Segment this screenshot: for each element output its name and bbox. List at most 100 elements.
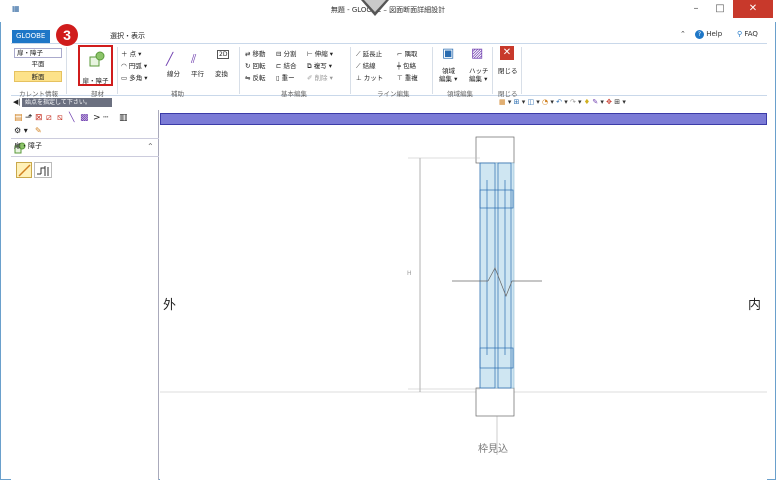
ribbon-tabs: GLOOBE 選択・表示 <box>0 30 776 43</box>
polygon-button[interactable]: ▭ 多角 ▾ <box>121 72 148 82</box>
hint-bar: ◀| <box>11 97 767 109</box>
outside-label: 外 <box>163 298 177 313</box>
door-shoji-button[interactable]: 扉・障子 <box>78 45 113 86</box>
rotate-button[interactable]: ↻ 回転 <box>245 60 266 70</box>
convert-icon: 2D <box>217 50 230 59</box>
color-icon: ◔ <box>542 98 549 106</box>
inside-label: 内 <box>748 298 762 313</box>
divider <box>432 47 433 94</box>
callout-arrow-inner <box>364 0 386 12</box>
redo-icon: ↷ <box>569 98 576 106</box>
divider <box>117 47 118 94</box>
move-button[interactable]: ⇄ 移動 <box>245 48 266 58</box>
pin-icon: ◀| <box>13 98 21 106</box>
door-tool-button[interactable] <box>34 162 52 178</box>
glass-panel <box>479 162 515 389</box>
merge-button[interactable]: ▯ 重ー <box>276 72 295 82</box>
current-type-select[interactable]: 扉・障子 <box>14 48 62 58</box>
door-shoji-icon <box>89 51 105 67</box>
panel-toolbar-2[interactable]: ⚙ ▾ ✎ <box>11 126 159 136</box>
expand-icon[interactable]: ⌃ <box>680 30 686 38</box>
panel-toolbar-1[interactable]: ▤ ⬏ ⊠ ⧄ ⧅ ╲ ▩ > ┄ ▥ <box>11 113 159 125</box>
hatch-small-icon: ▩ <box>80 113 89 123</box>
maximize-button[interactable]: □ <box>708 0 732 18</box>
arc-button[interactable]: ◠ 円弧 ▾ <box>121 60 147 70</box>
corner-button[interactable]: ⌐ 隅取 <box>397 48 418 58</box>
region-edit-button[interactable]: 編集 ▾ <box>439 73 457 83</box>
grid-icon: ▦ <box>499 98 506 106</box>
divider <box>350 47 351 94</box>
diag-icon: ⧄ <box>46 113 52 123</box>
section-button[interactable]: 断面 <box>14 71 62 82</box>
brush-icon: ✎ <box>592 98 599 106</box>
close-window-button[interactable]: ✕ <box>733 0 773 18</box>
convert-button[interactable]: 変換 <box>215 68 228 78</box>
delete-button[interactable]: ✐ 削除 ▾ <box>307 72 333 82</box>
frame-depth-label: 枠見込 <box>478 444 508 455</box>
view-toolbar[interactable]: ▦ ▾ ⊞ ▾ ◫ ▾ ◔ ▾ ↶ ▾ ↷ ▾ ♦ ✎ ▾ ✥ ⊞ ▾ <box>499 98 626 106</box>
help-icon: ? <box>695 30 704 39</box>
parallel-button[interactable]: 平行 <box>191 68 204 78</box>
hint-text: 始点を指定して下さい。 <box>22 98 112 107</box>
segment-icon: ╱ <box>166 52 174 66</box>
cross-icon: ⊠ <box>35 113 43 123</box>
dots-icon: ┄ <box>103 113 109 123</box>
flip-button[interactable]: ⇋ 反転 <box>245 72 266 82</box>
arrow-right-icon: > <box>93 113 101 123</box>
divider <box>66 47 67 94</box>
drawing-canvas[interactable] <box>160 110 767 480</box>
close-edit-button[interactable]: 閉じる <box>498 65 518 75</box>
section-drawing <box>160 121 767 455</box>
hatch-icon: ▨ <box>471 46 484 61</box>
dimension-mark: H <box>407 270 412 277</box>
undo-icon: ↶ <box>556 98 562 106</box>
divider <box>521 47 522 94</box>
line-tool-button[interactable] <box>16 162 32 178</box>
diag2-icon: ⧅ <box>57 113 63 123</box>
table-small-icon: ▥ <box>119 113 128 123</box>
help-button[interactable]: ? Help <box>695 30 722 39</box>
settings-icon: ⚙ ▾ <box>14 126 28 135</box>
collapse-icon[interactable]: ⌃ <box>147 142 154 151</box>
tab-select-display[interactable]: 選択・表示 <box>106 30 149 43</box>
move-view-icon: ✥ <box>606 98 613 106</box>
snap-icon: ⊞ <box>513 98 520 106</box>
copy-button[interactable]: ⧉ 複写 ▾ <box>307 60 332 71</box>
close-icon: ✕ <box>500 46 514 60</box>
join-button[interactable]: ⊏ 結合 <box>276 60 297 70</box>
table-icon: ⊞ <box>614 98 621 106</box>
arrow-icon: ⬏ <box>25 113 33 123</box>
bulb-icon: ♦ <box>583 98 591 106</box>
split-button[interactable]: ⊟ 分割 <box>276 48 297 58</box>
overlap-button[interactable]: ⊤ 重複 <box>397 72 418 82</box>
divider <box>11 156 159 157</box>
category-title: 扉・障子 <box>14 142 42 150</box>
wrap-button[interactable]: ╪ 包絡 <box>397 60 416 70</box>
step-badge: 3 <box>56 24 78 46</box>
connect-button[interactable]: ⟋ 結線 <box>356 60 376 71</box>
tab-gloobe[interactable]: GLOOBE <box>12 30 50 43</box>
search-icon: ⚲ <box>737 30 743 38</box>
faq-button[interactable]: ⚲ FAQ <box>737 30 758 38</box>
cut-button[interactable]: ⊥ カット <box>356 72 383 82</box>
canvas-header-fill <box>161 114 766 124</box>
grid-icon: ▤ <box>14 113 23 123</box>
point-button[interactable]: ＋ 点 ▾ <box>121 48 141 58</box>
segment-button[interactable]: 線分 <box>167 68 180 78</box>
plan-button[interactable]: 平面 <box>14 60 62 69</box>
line-tool-icon <box>18 164 31 177</box>
door-tool-icon <box>37 166 49 176</box>
minimize-button[interactable]: – <box>684 0 708 18</box>
hatch-edit-button[interactable]: 編集 ▾ <box>469 73 487 83</box>
extend-button[interactable]: ⊢ 伸縮 ▾ <box>307 48 333 58</box>
line-icon: ╲ <box>69 113 75 123</box>
divider <box>239 47 240 94</box>
layer-icon: ◫ <box>527 98 535 106</box>
divider <box>492 47 493 94</box>
pen-icon: ✎ <box>35 126 42 135</box>
ribbon: 扉・障子 平面 断面 扉・障子 ＋ 点 ▾ ◠ 円弧 ▾ ▭ 多角 ▾ ╱ 線分… <box>11 43 767 98</box>
door-shoji-label: 扉・障子 <box>82 77 109 85</box>
extend-stop-button[interactable]: ⟋ 延長止 <box>356 48 382 59</box>
lower-frame-box <box>475 387 515 417</box>
upper-frame-box <box>475 136 515 164</box>
